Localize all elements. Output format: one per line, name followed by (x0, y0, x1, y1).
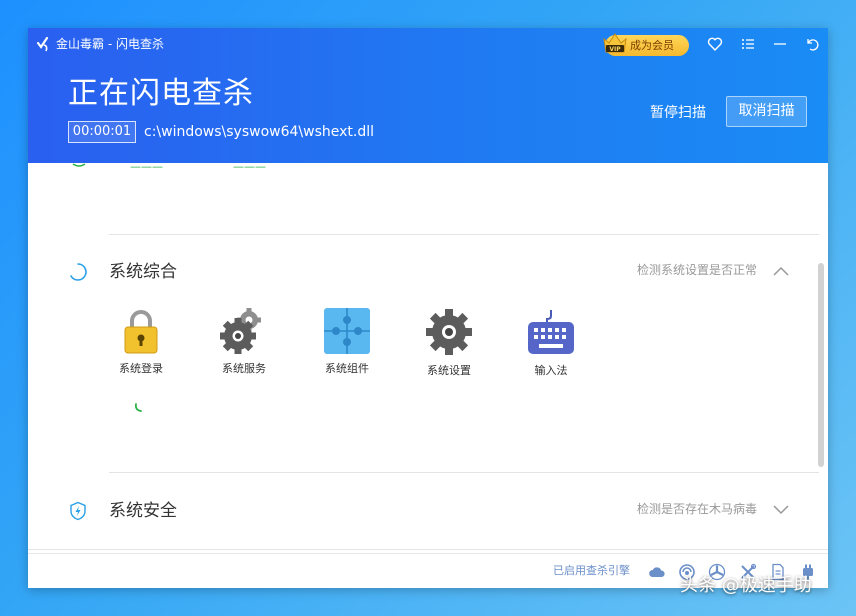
become-member-button[interactable]: VIP 成为会员 (605, 35, 689, 56)
cloud-icon[interactable] (648, 563, 666, 581)
app-window: 金山毒霸 - 闪电查杀 VIP 成为会员 (28, 28, 828, 588)
vertical-scrollbar[interactable] (818, 263, 824, 467)
scan-header: 金山毒霸 - 闪电查杀 VIP 成为会员 (28, 28, 828, 163)
chevron-down-icon[interactable] (772, 503, 790, 515)
title-bar: 金山毒霸 - 闪电查杀 VIP 成为会员 (28, 28, 828, 60)
app-logo-icon (36, 36, 50, 52)
gears-icon (219, 308, 269, 354)
minimize-icon[interactable] (772, 36, 788, 52)
previous-section-tail: ——— ——— (28, 163, 828, 177)
watermark-text: 头条 @极速手助 (680, 574, 812, 598)
elapsed-timer: 00:00:01 (68, 121, 136, 143)
vip-crown-icon: VIP (601, 30, 629, 56)
scan-item-label: 系统组件 (307, 362, 387, 376)
puzzle-icon (324, 308, 370, 354)
scan-item-label: 系统服务 (204, 362, 284, 376)
padlock-icon (118, 308, 164, 354)
loading-ring-icon (68, 262, 88, 282)
scan-title: 正在闪电查杀 (68, 76, 254, 112)
back-icon[interactable] (804, 36, 820, 52)
prev-item-status: ——— (233, 163, 266, 169)
section-divider (109, 234, 819, 235)
scan-item-input-method: 输入法 (511, 308, 591, 388)
current-scan-file: c:\windows\syswow64\wshext.dll (144, 123, 374, 141)
section-divider (28, 549, 828, 550)
scan-item-label: 系统登录 (101, 362, 181, 376)
section-title-system-general[interactable]: 系统综合 (109, 261, 177, 283)
chevron-up-icon[interactable] (772, 265, 790, 277)
scan-item-label: 输入法 (511, 364, 591, 378)
menu-icon[interactable] (740, 36, 756, 52)
vip-badge-text: VIP (609, 46, 621, 53)
section-title-system-security[interactable]: 系统安全 (109, 500, 177, 522)
pause-scan-button[interactable]: 暂停扫描 (650, 103, 706, 123)
scan-item-system-login: 系统登录 (101, 308, 181, 388)
scan-item-system-settings: 系统设置 (409, 308, 489, 388)
scan-content: ——— ——— 系统综合 检测系统设置是否正常 系统登录 (28, 163, 828, 553)
gear-icon (425, 308, 473, 356)
engine-status-text: 已启用查杀引擎 (553, 563, 630, 579)
spinner-icon (72, 163, 86, 169)
section-desc-system-security: 检测是否存在木马病毒 (637, 501, 757, 517)
scan-item-system-services: 系统服务 (204, 308, 284, 388)
become-member-label: 成为会员 (630, 39, 674, 52)
section-divider (109, 472, 819, 473)
app-title: 金山毒霸 - 闪电查杀 (56, 36, 164, 52)
shield-icon (68, 501, 88, 521)
cancel-scan-button[interactable]: 取消扫描 (726, 96, 807, 127)
keyboard-icon (527, 308, 575, 356)
prev-item-status: ——— (130, 163, 163, 169)
heart-icon[interactable] (707, 36, 723, 52)
section-desc-system-general: 检测系统设置是否正常 (637, 262, 757, 278)
scan-item-system-components: 系统组件 (307, 308, 387, 388)
spinner-icon (134, 403, 144, 413)
scan-item-label: 系统设置 (409, 364, 489, 378)
